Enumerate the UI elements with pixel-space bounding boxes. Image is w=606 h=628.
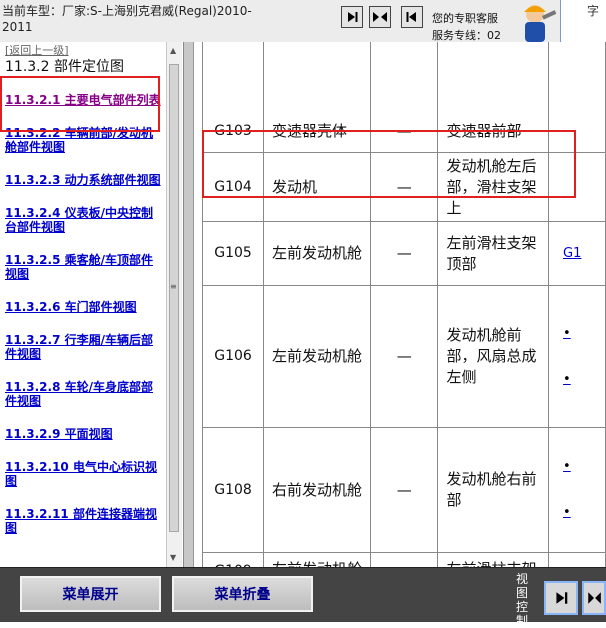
- split-arrows-icon: [588, 592, 601, 604]
- ground-dash: —: [370, 221, 439, 286]
- toc-list: 11.3.2.1 主要电气部件列表 11.3.2.2 车辆前部/发动机舱部件视图…: [5, 93, 163, 554]
- scroll-grip-icon: ≡: [170, 282, 177, 291]
- table-row: G108 右前发动机舱 — 发动机舱右前部 • •: [201, 427, 606, 553]
- ground-code: G108: [201, 427, 265, 553]
- service-hotline: 服务专线：02: [432, 29, 501, 42]
- toc-scroll-thumb[interactable]: [169, 64, 179, 532]
- ground-extra: • •: [548, 285, 606, 428]
- ground-name: 左前发动机舱: [263, 285, 372, 428]
- ground-code: G109: [201, 552, 265, 567]
- menu-expand-button[interactable]: 菜单展开: [20, 576, 161, 612]
- section-title: 11.3.2 部件定位图: [5, 59, 124, 75]
- ground-extra: • •: [548, 427, 606, 553]
- ground-code: G105: [201, 221, 265, 286]
- content-panel: G103 变速器壳体 — 变速器前部 G104 发动机 — 发动机舱左后部，滑柱…: [184, 42, 606, 567]
- ground-location: 左前滑柱支架顶部: [437, 552, 550, 567]
- split-arrows-icon: [373, 12, 387, 22]
- toc-scrollbar[interactable]: ▲ ≡ ▼: [166, 42, 182, 567]
- toc-item-powertrain[interactable]: 11.3.2.3 动力系统部件视图: [5, 173, 163, 187]
- view-split-button[interactable]: [582, 581, 606, 615]
- toc-item-electrical-center[interactable]: 11.3.2.10 电气中心标识视图: [5, 460, 163, 488]
- ground-location: 发动机舱前部，风扇总成左侧: [437, 285, 550, 428]
- highlight-box-active-item: [0, 76, 160, 132]
- ground-code: G106: [201, 285, 265, 428]
- current-vehicle-label: 当前车型：厂家:S-上海别克君威(Regal)2010-2011: [2, 4, 252, 34]
- ground-name: 右前发动机舱: [263, 427, 372, 553]
- table-row: G105 左前发动机舱 — 左前滑柱支架顶部 G1: [201, 221, 606, 286]
- view-next-button[interactable]: [544, 581, 578, 615]
- parts-table: G103 变速器壳体 — 变速器前部 G104 发动机 — 发动机舱左后部，滑柱…: [201, 42, 606, 567]
- toc-item-wheels-underbody[interactable]: 11.3.2.8 车轮/车身底部部件视图: [5, 380, 163, 408]
- bullet-item: •: [563, 325, 571, 341]
- ground-name: 左前发动机舱: [263, 552, 372, 567]
- table-row: G106 左前发动机舱 — 发动机舱前部，风扇总成左侧 • •: [201, 285, 606, 428]
- toggle-split-button[interactable]: [369, 6, 391, 28]
- ground-location: 左前滑柱支架顶部: [437, 221, 550, 286]
- toc-item-instrument-panel[interactable]: 11.3.2.4 仪表板/中央控制台部件视图: [5, 206, 163, 234]
- arrow-right-bar-icon: [348, 12, 358, 22]
- toc-panel: [返回上一级] 11.3.2 部件定位图 11.3.2.1 主要电气部件列表 1…: [0, 42, 184, 567]
- top-header: 当前车型：厂家:S-上海别克君威(Regal)2010-2011 您的专职客服 …: [0, 0, 606, 43]
- panel-divider[interactable]: [184, 42, 194, 567]
- ground-dash: —: [370, 552, 439, 567]
- bullet-item: •: [563, 505, 571, 520]
- table-row: G109 左前发动机舱 — 左前滑柱支架顶部 G1: [201, 552, 606, 567]
- bullet-item: •: [563, 371, 571, 387]
- toc-item-trunk-rear[interactable]: 11.3.2.7 行李厢/车辆后部件视图: [5, 333, 163, 361]
- arrow-left-bar-icon: [406, 12, 416, 22]
- ground-location: 发动机舱右前部: [437, 427, 550, 553]
- toc-item-doors[interactable]: 11.3.2.6 车门部件视图: [5, 300, 163, 314]
- toc-item-connector-end-view[interactable]: 11.3.2.11 部件连接器端视图: [5, 507, 163, 535]
- bottom-toolbar: 菜单展开 菜单折叠 视图控制: [0, 567, 606, 628]
- goto-previous-button[interactable]: [401, 6, 423, 28]
- service-label: 您的专职客服: [432, 12, 498, 25]
- toc-item-passenger-roof[interactable]: 11.3.2.5 乘客舱/车顶部件视图: [5, 253, 163, 281]
- view-control-label: 视图控制: [516, 572, 529, 628]
- ground-link[interactable]: G1: [548, 221, 606, 286]
- ground-dash: —: [370, 285, 439, 428]
- scroll-up-icon[interactable]: ▲: [170, 46, 176, 55]
- arrow-right-bar-icon: [556, 592, 568, 604]
- logo-text: 字: [587, 4, 600, 18]
- mechanic-mascot-icon: [524, 5, 557, 42]
- menu-collapse-button[interactable]: 菜单折叠: [172, 576, 313, 612]
- ground-dash: —: [370, 427, 439, 553]
- scroll-down-icon[interactable]: ▼: [170, 553, 176, 562]
- ground-link[interactable]: G1: [548, 552, 606, 567]
- toc-item-plan-view[interactable]: 11.3.2.9 平面视图: [5, 427, 163, 441]
- goto-next-button[interactable]: [341, 6, 363, 28]
- ground-name: 左前发动机舱: [263, 221, 372, 286]
- bullet-item: •: [563, 459, 571, 474]
- brand-logo-strip: 字: [560, 0, 606, 42]
- highlight-box-g104: [202, 130, 576, 198]
